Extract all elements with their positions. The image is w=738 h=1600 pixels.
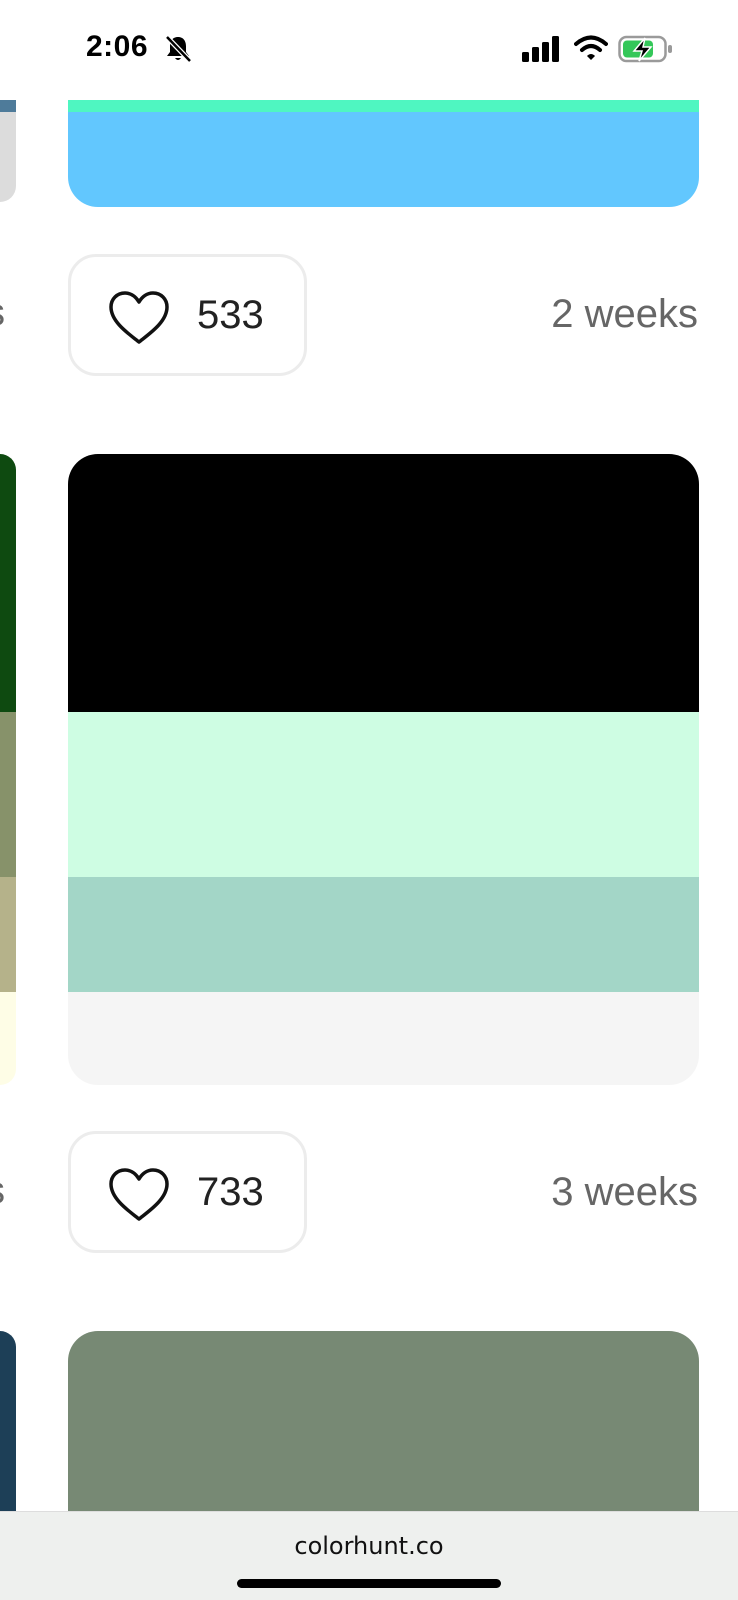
adjacent-swatch [0, 992, 16, 1085]
color-swatch[interactable] [68, 712, 699, 877]
cellular-signal-icon [522, 36, 559, 62]
color-swatch[interactable] [68, 112, 699, 207]
adjacent-time-label: s [0, 1170, 5, 1213]
adjacent-swatch [0, 712, 16, 877]
like-button[interactable]: 533 [68, 254, 307, 376]
color-swatch[interactable] [68, 877, 699, 992]
heart-icon [109, 291, 169, 344]
like-count: 733 [197, 1170, 264, 1214]
color-swatch[interactable] [68, 100, 699, 112]
status-bar: 2:06 [0, 0, 738, 100]
bell-slash-icon [165, 35, 192, 63]
color-swatch[interactable] [68, 992, 699, 1085]
adjacent-swatch [0, 1331, 16, 1511]
color-swatch[interactable] [68, 454, 699, 712]
adjacent-swatch [0, 877, 16, 992]
battery-charging-icon [618, 35, 672, 63]
status-time: 2:06 [86, 30, 149, 63]
adjacent-palette-column: s s [0, 0, 16, 1600]
adjacent-time-label: s [0, 292, 5, 335]
time-ago-label: 2 weeks [551, 292, 698, 336]
adjacent-swatch [0, 100, 16, 112]
color-palette[interactable] [68, 454, 699, 1085]
time-ago-label: 3 weeks [551, 1170, 698, 1214]
home-indicator[interactable] [237, 1579, 501, 1588]
url-text[interactable]: colorhunt.co [0, 1532, 738, 1560]
heart-icon [109, 1168, 169, 1221]
like-count: 533 [197, 293, 264, 337]
browser-address-bar[interactable]: colorhunt.co [0, 1511, 738, 1600]
wifi-icon [574, 35, 608, 60]
like-button[interactable]: 733 [68, 1131, 307, 1253]
adjacent-swatch [0, 454, 16, 712]
